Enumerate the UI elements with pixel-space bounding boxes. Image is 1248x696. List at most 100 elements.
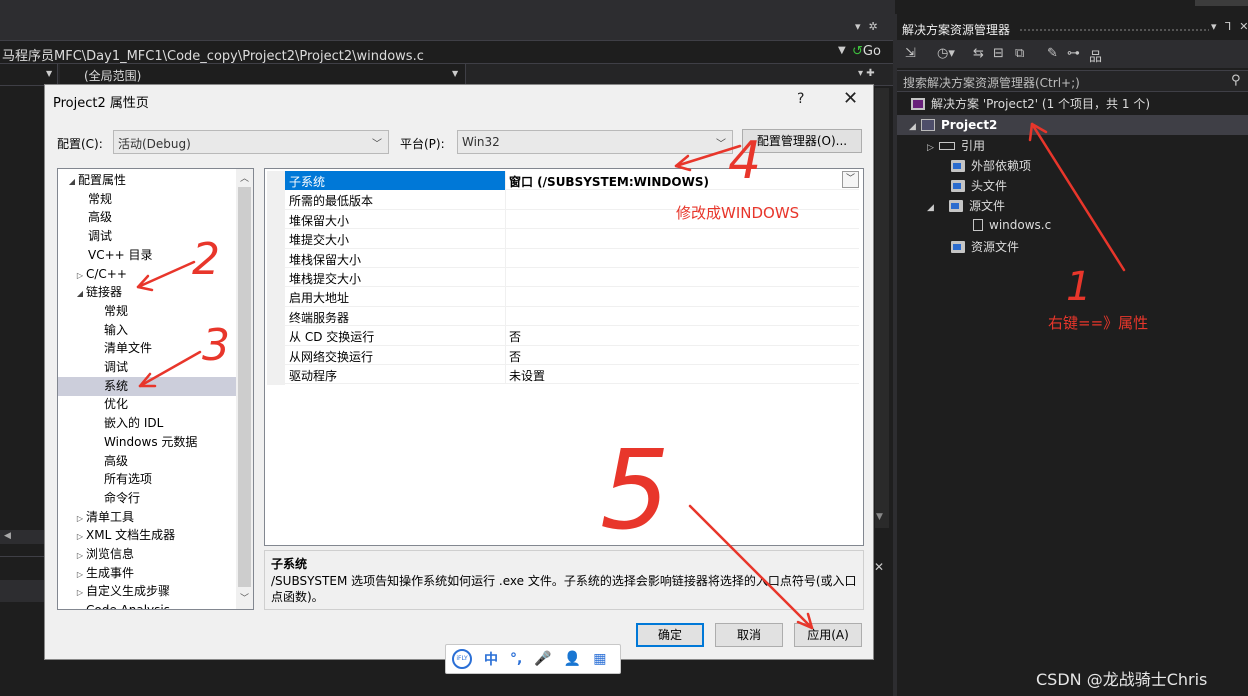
collapsed-triangle-icon[interactable]: ▷ [74,546,86,565]
expand-triangle-icon[interactable]: ◢ [927,203,939,213]
tree-item-resources[interactable]: 资源文件 [951,238,1019,258]
property-value[interactable]: 否 [509,328,521,345]
cancel-button[interactable]: 取消 [715,623,783,647]
tree-item[interactable]: 调试 [58,227,236,246]
properties-wrench-icon[interactable]: ✎ [1047,46,1058,61]
project-node[interactable]: ◢ Project2 [897,115,1248,135]
tree-item[interactable]: 常规 [58,190,236,209]
tree-item[interactable]: 调试 [58,358,236,377]
property-row[interactable]: 终端服务器 [267,306,859,327]
path-dropdown-icon[interactable]: ▼ [838,45,846,56]
property-row[interactable]: 从网络交换运行 否 [267,345,859,365]
collapsed-triangle-icon[interactable]: ▷ [74,565,86,584]
scroll-thumb[interactable] [238,187,251,587]
tree-item[interactable]: ◢ 配置属性 [58,171,236,190]
tree-scrollbar[interactable]: ︿ ﹀ [236,169,253,609]
punctuation-icon[interactable]: °, [510,651,522,667]
editor-vertical-scrollbar[interactable] [875,88,889,528]
config-manager-button[interactable]: 配置管理器(O)... [742,129,862,153]
tree-item[interactable]: 优化 [58,395,236,414]
property-row[interactable]: 堆栈提交大小 [267,268,859,288]
tree-item[interactable]: 高级 [58,452,236,471]
help-button[interactable]: ? [797,91,804,107]
tree-item[interactable]: ▷ C/C++ [58,265,236,284]
expand-triangle-icon[interactable]: ◢ [909,117,921,137]
property-row[interactable]: 堆栈保留大小 [267,248,859,268]
value-dropdown-button[interactable]: ﹀ [842,171,859,188]
tree-item[interactable]: Windows 元数据 [58,433,236,452]
switch-views-icon[interactable]: ⇲ [905,46,916,61]
gear-icon[interactable]: ✲ [869,20,878,33]
preview-icon[interactable]: ⊶ [1067,46,1080,61]
scroll-down-icon[interactable]: ▼ [876,512,883,522]
tree-item[interactable]: ▷Code Analysis [58,601,236,609]
close-icon[interactable]: ✕ [1239,20,1248,33]
apply-button[interactable]: 应用(A) [794,623,862,647]
history-icon[interactable]: ◷▾ [937,46,955,61]
expand-triangle-icon[interactable]: ◢ [74,284,86,303]
scroll-down-icon[interactable]: ﹀ [240,591,249,604]
sync-icon[interactable]: ⇆ [973,46,984,61]
split-icon[interactable]: ▾ ✚ [858,68,875,79]
tree-item[interactable]: 高级 [58,208,236,227]
property-row[interactable]: 驱动程序 未设置 [267,365,859,385]
tree-item[interactable]: ▷ 浏览信息 [58,545,236,564]
tree-item-references[interactable]: ▷ 引用 [927,137,985,157]
drag-grip[interactable] [1019,28,1209,32]
config-combo[interactable]: 活动(Debug) ﹀ [113,130,389,154]
property-value[interactable]: 否 [509,348,521,365]
collapsed-triangle-icon[interactable]: ▷ [74,266,86,285]
platform-combo[interactable]: Win32 ﹀ [457,130,733,154]
collapse-all-icon[interactable]: ⊟ [993,46,1004,61]
ok-button[interactable]: 确定 [636,623,704,647]
tree-item-windows-c[interactable]: windows.c [973,218,1051,238]
collapsed-triangle-icon[interactable]: ▷ [927,143,939,153]
class-view-icon[interactable]: 品 [1089,46,1102,65]
solution-search-box[interactable]: 搜索解决方案资源管理器(Ctrl+;) ⚲ [897,70,1248,92]
tree-item-headers[interactable]: 头文件 [951,177,1007,197]
horizontal-scrollbar[interactable]: ◀ [0,530,44,544]
collapsed-triangle-icon[interactable]: ▷ [74,527,86,546]
property-row[interactable]: 从 CD 交换运行 否 [267,326,859,346]
tree-item[interactable]: ▷ XML 文档生成器 [58,526,236,545]
show-all-files-icon[interactable]: ⧉ [1015,46,1024,61]
close-icon[interactable]: ✕ [874,560,884,574]
tree-item[interactable]: VC++ 目录 [58,246,236,265]
collapsed-triangle-icon[interactable]: ▷ [74,602,86,609]
property-row[interactable]: 子系统 窗口 (/SUBSYSTEM:WINDOWS) [267,171,859,191]
tree-item-sources[interactable]: ◢ 源文件 [927,197,1005,217]
pin-icon[interactable]: ᒣ [1225,20,1232,33]
collapsed-triangle-icon[interactable]: ▷ [74,583,86,602]
dropdown-icon[interactable]: ▾ [1211,20,1217,33]
property-value[interactable]: 窗口 (/SUBSYSTEM:WINDOWS) [509,173,709,190]
tree-item[interactable]: 嵌入的 IDL [58,414,236,433]
tree-item[interactable]: ◢ 链接器 [58,283,236,302]
ifly-logo-icon[interactable]: iFLY [452,649,472,669]
tree-item[interactable]: 常规 [58,302,236,321]
scope-combo[interactable]: (全局范围) ▼ [60,64,466,85]
property-row[interactable]: 启用大地址 [267,287,859,307]
property-value[interactable]: 未设置 [509,367,545,384]
tree-item[interactable]: 输入 [58,321,236,340]
microphone-icon[interactable]: 🎤 [534,651,551,667]
tree-item[interactable]: ▷ 自定义生成步骤 [58,582,236,601]
scroll-up-icon[interactable]: ︿ [240,171,249,184]
close-button[interactable]: ✕ [843,88,858,109]
scroll-left-icon[interactable]: ◀ [4,531,11,541]
tree-item[interactable]: 所有选项 [58,470,236,489]
go-button[interactable]: ↺Go [852,44,881,59]
grid-menu-icon[interactable]: ▦ [593,651,606,667]
solution-node[interactable]: 解决方案 'Project2' (1 个项目，共 1 个) [911,95,1150,115]
tree-item[interactable]: 清单文件 [58,339,236,358]
tree-item[interactable]: ▷ 清单工具 [58,508,236,527]
property-row[interactable]: 堆提交大小 [267,229,859,249]
chinese-mode-icon[interactable]: 中 [484,649,498,669]
expand-triangle-icon[interactable]: ◢ [66,172,78,191]
project-combo[interactable]: ▼ [0,64,58,85]
collapsed-triangle-icon[interactable]: ▷ [74,509,86,528]
search-icon[interactable]: ⚲ [1231,73,1241,88]
tree-item[interactable]: 系统 [58,376,236,396]
user-icon[interactable]: 👤 [564,651,581,667]
tree-item-external-deps[interactable]: 外部依赖项 [951,157,1031,177]
dropdown-icon[interactable]: ▾ [855,20,861,33]
